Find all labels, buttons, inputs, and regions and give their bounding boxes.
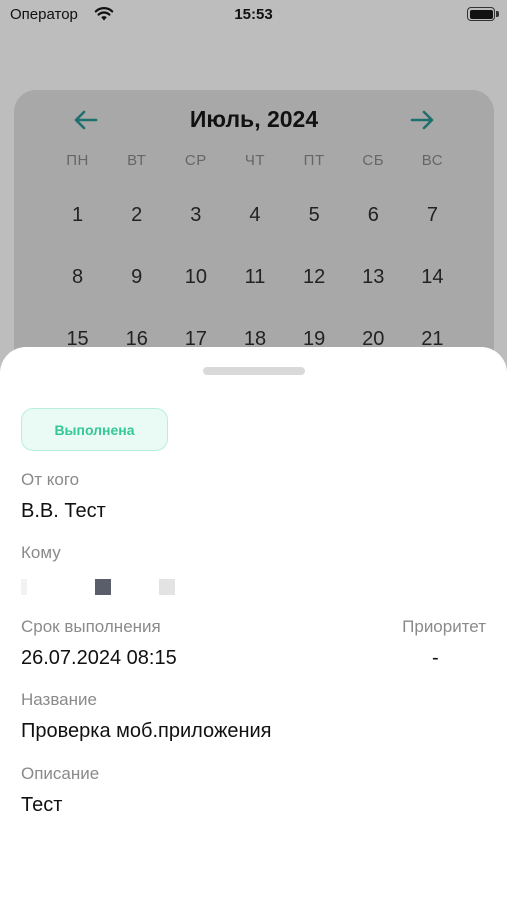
calendar-day[interactable]: 14 (403, 266, 462, 289)
weekday-label: ПН (66, 152, 89, 169)
weekday-label: ПТ (303, 152, 325, 169)
sheet-grabber[interactable] (203, 367, 305, 375)
due-date-value: 26.07.2024 08:15 (21, 647, 177, 669)
calendar-day[interactable]: 7 (403, 204, 462, 227)
calendar-day[interactable]: 2 (107, 204, 166, 227)
status-badge: Выполнена (21, 408, 168, 451)
calendar-day[interactable]: 6 (344, 204, 403, 227)
calendar-day[interactable]: 5 (285, 204, 344, 227)
calendar-day[interactable]: 13 (344, 266, 403, 289)
due-date-label: Срок выполнения (21, 617, 161, 636)
from-label: От кого (21, 470, 80, 489)
calendar-day[interactable]: 9 (107, 266, 166, 289)
priority-label: Приоритет (402, 617, 486, 636)
calendar-week: 1 2 3 4 5 6 7 (48, 204, 462, 227)
weekday-label: СБ (362, 152, 385, 169)
calendar-day[interactable]: 12 (285, 266, 344, 289)
calendar-week: 8 9 10 11 12 13 14 (48, 266, 462, 289)
arrow-right-icon[interactable] (408, 106, 436, 134)
from-value: В.В. Тест (21, 500, 106, 522)
task-name-label: Название (21, 690, 97, 709)
to-label: Кому (21, 543, 61, 562)
weekday-label: ВТ (127, 152, 147, 169)
loading-placeholder (21, 579, 27, 595)
calendar-header: Июль, 2024 (14, 104, 494, 136)
weekday-label: ЧТ (244, 152, 266, 169)
weekday-label: ВС (421, 152, 444, 169)
task-name-value: Проверка моб.приложения (21, 720, 272, 742)
loading-placeholder (159, 579, 175, 595)
calendar-day[interactable]: 4 (225, 204, 284, 227)
task-details-sheet: Выполнена От кого В.В. Тест Кому Срок вы… (0, 347, 507, 900)
calendar-day[interactable]: 1 (48, 204, 107, 227)
priority-value: - (432, 647, 439, 669)
description-value: Тест (21, 794, 63, 816)
weekday-label: СР (184, 152, 207, 169)
calendar-day[interactable]: 8 (48, 266, 107, 289)
status-bar: Оператор 15:53 (0, 0, 507, 32)
loading-placeholder (95, 579, 111, 595)
description-label: Описание (21, 764, 100, 783)
calendar-day[interactable]: 3 (166, 204, 225, 227)
clock-time: 15:53 (234, 6, 273, 23)
battery-icon (467, 7, 499, 21)
weekday-header: ПН ВТ СР ЧТ ПТ СБ ВС (48, 152, 462, 169)
calendar-day[interactable]: 10 (166, 266, 225, 289)
calendar-day[interactable]: 11 (225, 266, 284, 289)
